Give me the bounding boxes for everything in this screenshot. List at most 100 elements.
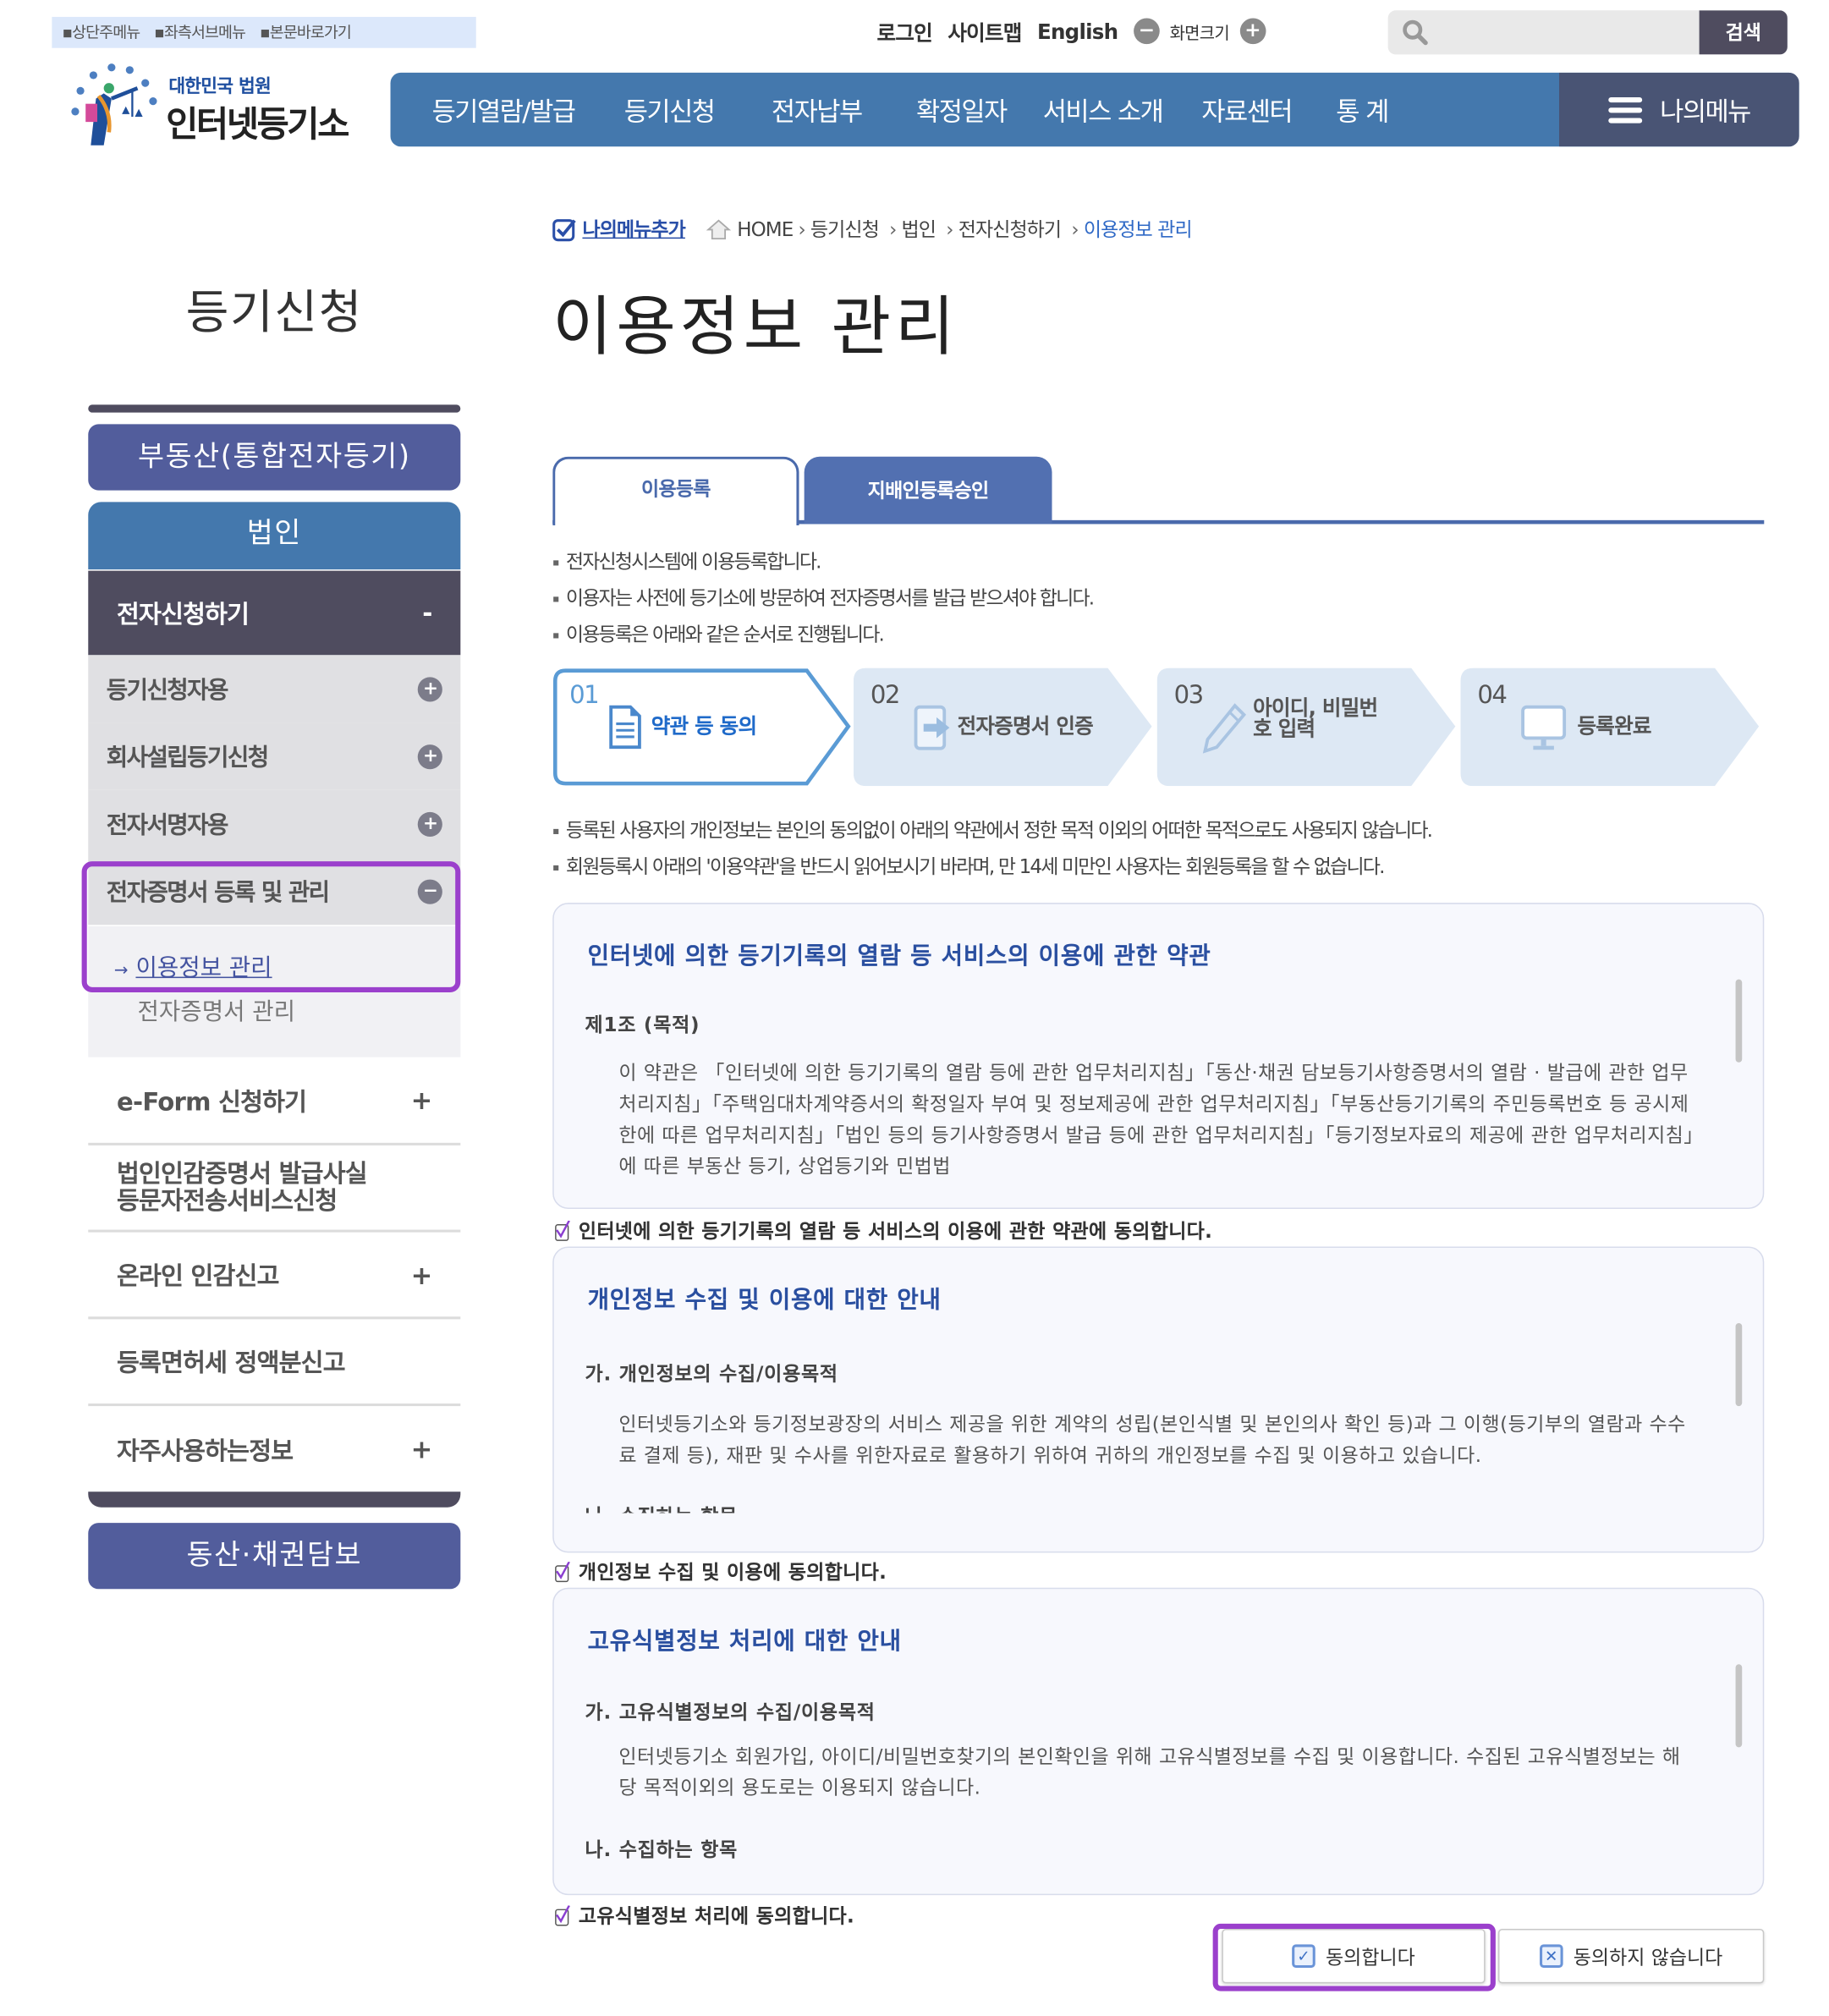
agree-check-unique-id[interactable]: 고유식별정보 처리에 동의합니다. <box>552 1902 854 1929</box>
arrow-in-icon <box>914 705 950 750</box>
terms-box-service[interactable]: 인터넷에 의한 등기기록의 열람 등 서비스의 이용에 관한 약관 제1조 (목… <box>552 903 1765 1210</box>
scrollbar[interactable] <box>1735 1322 1743 1407</box>
main-nav: 등기열람/발급 등기신청 전자납부 확정일자 서비스 소개 자료센터 통 계 나… <box>390 72 1799 147</box>
sidebar-real-estate[interactable]: 부동산(통합전자등기) <box>88 424 461 491</box>
highlight-box <box>1212 1923 1496 1991</box>
terms-body: 인터넷등기소 회원가입, 아이디/비밀번호찾기의 본인확인을 위해 고유식별정보… <box>618 1744 1681 1799</box>
step-4: 04 등록완료 <box>1460 667 1761 787</box>
disagree-button[interactable]: ✕ 동의하지 않습니다 <box>1497 1929 1765 1984</box>
step-number: 04 <box>1477 680 1508 710</box>
search-button[interactable]: 검색 <box>1699 10 1788 55</box>
sidebar-item-frequent[interactable]: 자주사용하는정보 + <box>88 1406 460 1491</box>
tab-manager-approval[interactable]: 지배인등록승인 <box>804 456 1052 525</box>
sidebar-e-submit[interactable]: 전자신청하기 - <box>88 570 461 656</box>
english-link[interactable]: English <box>1037 19 1118 43</box>
terms-heading: 제1조 (목적) <box>585 1013 700 1037</box>
intro-line: 전자신청시스템에 이용등록합니다. <box>552 547 822 574</box>
step-3: 03 아이디, 비밀번 호 입력 <box>1156 667 1458 787</box>
step-number: 03 <box>1173 680 1205 710</box>
breadcrumb-home[interactable]: HOME <box>737 217 794 241</box>
nav-item-data-center[interactable]: 자료센터 <box>1201 91 1293 128</box>
step-label: 약관 등 동의 <box>651 713 757 739</box>
step-number: 01 <box>569 680 600 710</box>
sidebar-item-license-tax[interactable]: 등록면허세 정액분신고 <box>88 1319 461 1407</box>
highlight-box <box>81 861 461 992</box>
skip-link-main-menu[interactable]: ▪상단주메뉴 <box>63 24 146 41</box>
checkbox-checked-icon <box>555 1904 570 1925</box>
nav-item-service-intro[interactable]: 서비스 소개 <box>1043 91 1164 128</box>
sidebar-item-label: 온라인 인감신고 <box>116 1261 279 1291</box>
checkbox-checked-icon <box>555 1220 570 1241</box>
chevron-right-icon: › <box>798 217 805 241</box>
nav-item-fixed-date[interactable]: 확정일자 <box>916 91 1008 128</box>
skip-link-content[interactable]: ▪본문바로가기 <box>260 24 356 41</box>
terms-box-privacy[interactable]: 개인정보 수집 및 이용에 대한 안내 가. 개인정보의 수집/이용목적 인터넷… <box>552 1246 1765 1553</box>
x-icon: ✕ <box>1539 1944 1563 1969</box>
my-menu-button[interactable]: 나의메뉴 <box>1559 72 1799 147</box>
disagree-button-label: 동의하지 않습니다 <box>1573 1945 1723 1969</box>
sidebar-sub-company-setup[interactable]: 회사설립등기신청 + <box>88 722 461 790</box>
monitor-icon <box>1521 705 1567 750</box>
terms-title: 인터넷에 의한 등기기록의 열람 등 서비스의 이용에 관한 약관 <box>587 942 1211 970</box>
sidebar-e-submit-label: 전자신청하기 <box>116 600 250 629</box>
nav-item-e-payment[interactable]: 전자납부 <box>772 91 863 128</box>
agree-label: 인터넷에 의한 등기기록의 열람 등 서비스의 이용에 관한 약관에 동의합니다… <box>578 1219 1213 1243</box>
sidebar-movable-collateral[interactable]: 동산·채권담보 <box>88 1523 461 1590</box>
breadcrumb-corp[interactable]: 법인 <box>902 216 936 243</box>
skip-links: ▪상단주메뉴 ▪좌측서브메뉴 ▪본문바로가기 <box>52 16 476 48</box>
collapse-icon: - <box>422 598 432 628</box>
expand-icon: + <box>417 744 442 769</box>
scrollbar[interactable] <box>1735 979 1743 1063</box>
intro-line: 이용등록은 아래와 같은 순서로 진행됩니다. <box>552 620 885 647</box>
breadcrumb-e-submit[interactable]: 전자신청하기 <box>958 216 1062 243</box>
sidebar-sub-e-signer[interactable]: 전자서명자용 + <box>88 789 461 858</box>
hamburger-icon <box>1607 96 1642 123</box>
terms-body: 인터넷등기소와 등기정보광장의 서비스 제공을 위한 계약의 성립(본인식별 및… <box>618 1412 1686 1468</box>
nav-item-statistics[interactable]: 통 계 <box>1336 91 1389 128</box>
sidebar-item-eform[interactable]: e-Form 신청하기 + <box>88 1057 461 1145</box>
agree-label: 고유식별정보 처리에 동의합니다. <box>578 1903 855 1928</box>
logo-subtitle: 대한민국 법원 <box>168 76 271 97</box>
add-my-menu-link[interactable]: 나의메뉴추가 <box>582 216 685 243</box>
search-icon <box>1403 19 1428 46</box>
logo[interactable]: 대한민국 법원 인터넷등기소 <box>65 60 364 151</box>
tab-registration[interactable]: 이용등록 <box>552 456 799 525</box>
page-title: 이용정보 관리 <box>552 288 958 365</box>
zoom-in-icon[interactable]: + <box>1239 18 1266 45</box>
notice-line: 등록된 사용자의 개인정보는 본인의 동의없이 아래의 약관에서 정한 목적 이… <box>552 816 1433 843</box>
sidebar-item-seal-sms[interactable]: 법인인감증명서 발급사실 등문자전송서비스신청 <box>88 1145 461 1233</box>
login-link[interactable]: 로그인 <box>877 15 933 47</box>
my-menu-label: 나의메뉴 <box>1660 96 1751 128</box>
court-emblem-icon <box>71 63 157 146</box>
zoom-label: 화면크기 <box>1169 24 1230 44</box>
nav-item-application[interactable]: 등기신청 <box>624 91 716 128</box>
sidebar-item-label: 자주사용하는정보 <box>116 1436 294 1465</box>
terms-title: 개인정보 수집 및 이용에 대한 안내 <box>587 1287 942 1315</box>
notice-line: 회원등록시 아래의 '이용약관'을 반드시 읽어보시기 바라며, 만 14세 미… <box>552 852 1386 879</box>
expand-icon: + <box>417 676 442 701</box>
breadcrumb-application[interactable]: 등기신청 <box>810 216 880 243</box>
sidebar-sub-applicant[interactable]: 등기신청자용 + <box>88 655 461 723</box>
step-label: 전자증명서 인증 <box>957 713 1094 739</box>
pencil-icon <box>1202 703 1247 754</box>
terms-heading: 가. 고유식별정보의 수집/이용목적 <box>585 1700 876 1724</box>
agree-check-privacy[interactable]: 개인정보 수집 및 이용에 동의합니다. <box>552 1557 887 1585</box>
sidebar-corporation[interactable]: 법인 <box>88 502 461 570</box>
sidebar-link-certificate-manage[interactable]: 전자증명서 관리 <box>138 994 296 1028</box>
zoom-out-icon[interactable]: − <box>1133 18 1160 45</box>
sidebar-item-label: e-Form 신청하기 <box>116 1087 307 1117</box>
chevron-right-icon: › <box>946 217 953 241</box>
step-number: 02 <box>870 680 901 710</box>
skip-link-side-menu[interactable]: ▪좌측서브메뉴 <box>154 24 250 41</box>
terms-box-unique-id[interactable]: 고유식별정보 처리에 대한 안내 가. 고유식별정보의 수집/이용목적 인터넷등… <box>552 1587 1765 1896</box>
sidebar-sub-label: 등기신청자용 <box>106 677 229 705</box>
terms-heading: 가. 개인정보의 수집/이용목적 <box>585 1361 838 1386</box>
sidebar-title: 등기신청 <box>185 286 363 340</box>
nav-item-view-issue[interactable]: 등기열람/발급 <box>432 91 576 128</box>
agree-check-service[interactable]: 인터넷에 의한 등기기록의 열람 등 서비스의 이용에 관한 약관에 동의합니다… <box>552 1217 1212 1244</box>
scrollbar[interactable] <box>1735 1664 1743 1748</box>
sidebar-item-label-line1: 법인인감증명서 발급사실 <box>116 1159 368 1189</box>
sidebar-item-online-seal[interactable]: 온라인 인감신고 + <box>88 1233 461 1320</box>
search-input[interactable] <box>1439 15 1692 52</box>
sitemap-link[interactable]: 사이트맵 <box>947 15 1022 47</box>
